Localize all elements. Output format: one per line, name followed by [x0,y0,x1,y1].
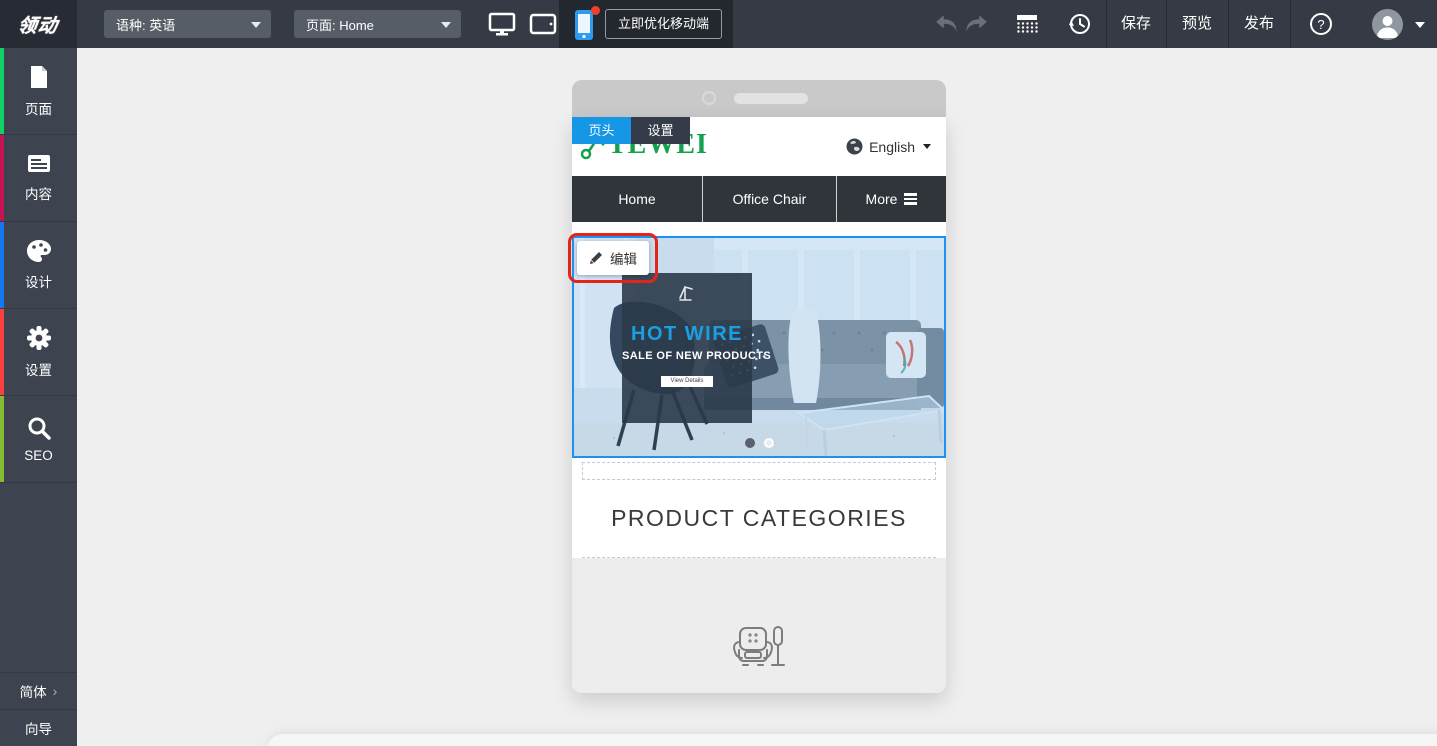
edit-button[interactable]: 编辑 [577,241,649,275]
armchair-lamp-icon [730,624,788,678]
app-logo[interactable]: 领动 [0,0,77,48]
chevron-down-icon [923,144,931,149]
left-sidebar: 页面 内容 设计 [0,48,77,746]
accent-stripe [0,222,4,308]
sidebar-item-label: 内容 [25,183,52,203]
svg-text:?: ? [1317,17,1324,32]
tablet-view-icon[interactable] [528,11,558,37]
section-title: PRODUCT CATEGORIES [611,505,907,532]
sidebar-item-settings[interactable]: 设置 [0,309,77,396]
hero-cta-button[interactable]: View Details [661,376,713,387]
settings-gear-icon [26,325,52,351]
language-mode-button[interactable]: 简体 › [0,672,77,709]
mobile-view-segment: 立即优化移动端 [559,0,733,48]
phone-top-bezel [572,80,946,117]
chevron-right-icon: › [53,683,58,699]
desktop-view-icon[interactable] [487,11,517,37]
hero-banner-selected[interactable]: HOT WIRE SALE OF NEW PRODUCTS View Detai… [572,236,946,458]
preview-button[interactable]: 预览 [1167,0,1227,48]
person-icon [1372,9,1403,40]
app-logo-text: 领动 [17,11,61,38]
help-icon[interactable]: ? [1308,11,1334,37]
wizard-label: 向导 [25,718,52,738]
nav-item-office-chair[interactable]: Office Chair [702,176,836,222]
toolbar-divider [1290,0,1291,48]
notification-dot [591,6,600,15]
accent-stripe [0,309,4,395]
history-icon[interactable] [1067,11,1093,37]
account-menu-caret-icon[interactable] [1415,22,1425,28]
globe-icon [846,138,863,155]
edit-highlight-outline: 编辑 [568,233,658,283]
site-language-label: English [869,139,915,155]
sidebar-item-label: SEO [24,448,53,463]
pencil-icon [589,251,603,265]
phone-speaker-icon [734,93,808,104]
hero-subtitle: SALE OF NEW PRODUCTS [622,350,752,362]
save-button[interactable]: 保存 [1106,0,1166,48]
content-icon [26,153,52,175]
tab-header[interactable]: 页头 [572,117,631,144]
redo-icon[interactable] [963,11,989,37]
accent-stripe [0,396,4,482]
hero-text-overlay: HOT WIRE SALE OF NEW PRODUCTS View Detai… [622,273,752,423]
section-title-block[interactable]: PRODUCT CATEGORIES [572,480,946,557]
user-avatar[interactable] [1372,9,1403,40]
grid-layout-icon[interactable] [1014,11,1040,37]
hamburger-menu-icon [904,193,917,205]
site-nav: Home Office Chair More [572,176,946,222]
page-dropdown[interactable]: 页面: Home [294,10,461,38]
language-dropdown-label: 语种: 英语 [116,15,175,34]
optimize-mobile-button[interactable]: 立即优化移动端 [605,9,722,39]
nav-item-home[interactable]: Home [572,176,702,222]
site-language-selector[interactable]: English [846,138,931,155]
chevron-down-icon [441,22,451,28]
nav-item-label: Office Chair [733,191,807,207]
sidebar-item-label: 设计 [25,271,52,291]
sidebar-item-content[interactable]: 内容 [0,135,77,222]
seo-search-icon [27,416,51,440]
language-mode-label: 简体 [20,681,47,701]
language-dropdown[interactable]: 语种: 英语 [104,10,271,38]
sidebar-footer: 简体 › 向导 [0,672,77,746]
sidebar-item-seo[interactable]: SEO [0,396,77,483]
page-dropdown-label: 页面: Home [306,15,374,34]
carousel-dots [574,438,944,448]
nav-item-more[interactable]: More [836,176,946,222]
editor-overlay-tabs: 页头 设置 [572,117,690,144]
accent-stripe [0,135,4,221]
design-icon [26,239,52,263]
carousel-dot[interactable] [764,438,774,448]
nav-item-label: More [866,191,898,207]
wizard-button[interactable]: 向导 [0,709,77,746]
mobile-preview-frame: 页头 设置 TEWEI [572,80,946,693]
accent-stripe [0,48,4,134]
page-icon [27,64,51,90]
empty-section-placeholder[interactable] [582,462,936,480]
nav-item-label: Home [618,191,655,207]
mobile-page-preview: 页头 设置 TEWEI [572,117,946,693]
hero-title: HOT WIRE [622,323,752,346]
sidebar-item-pages[interactable]: 页面 [0,48,77,135]
carousel-dot-active[interactable] [745,438,755,448]
editor-canvas: 页头 设置 TEWEI [77,48,1437,746]
sidebar-item-design[interactable]: 设计 [0,222,77,309]
phone-camera-icon [702,91,716,105]
sidebar-item-label: 页面 [25,98,52,118]
undo-icon[interactable] [934,11,960,37]
top-toolbar: 领动 语种: 英语 页面: Home 立即优化移动端 [0,0,1437,48]
edit-button-label: 编辑 [610,248,637,268]
product-categories-section[interactable] [572,558,946,693]
sidebar-item-label: 设置 [25,359,52,379]
chevron-down-icon [251,22,261,28]
publish-button[interactable]: 发布 [1229,0,1289,48]
tab-settings[interactable]: 设置 [631,117,690,144]
bottom-panel-edge [267,734,1437,746]
